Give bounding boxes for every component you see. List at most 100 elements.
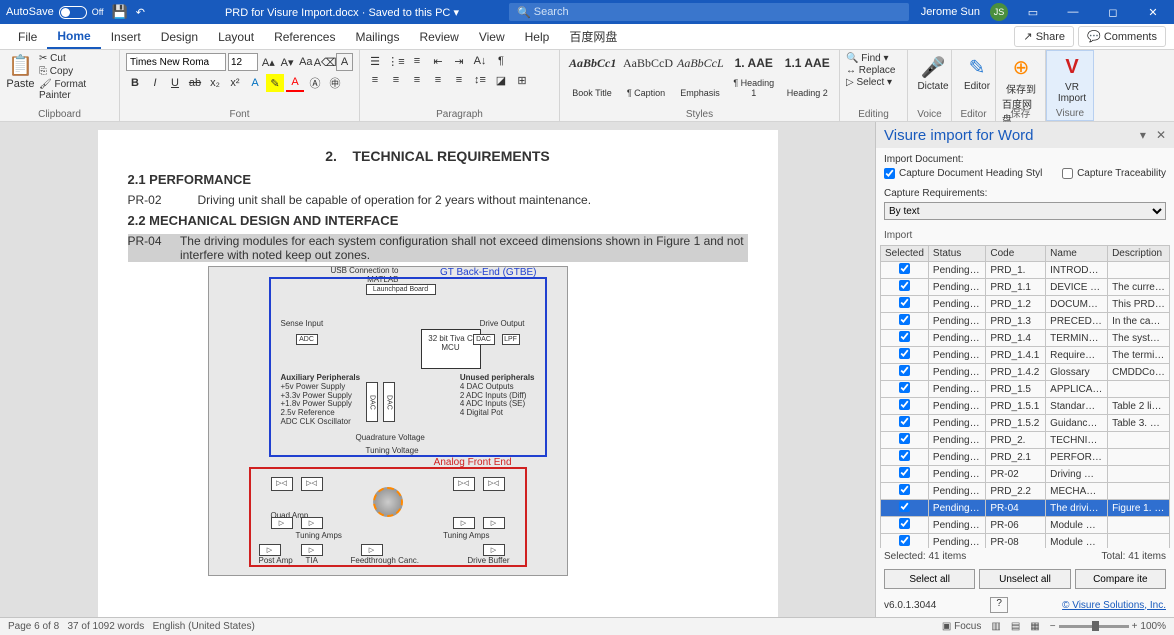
shrink-font-icon[interactable]: A▾: [279, 53, 296, 71]
row-checkbox[interactable]: [899, 501, 910, 512]
table-row[interactable]: Pending…PRD_1.4TERMIN…The system require…: [881, 330, 1170, 347]
grow-font-icon[interactable]: A▴: [260, 53, 277, 71]
replace-button[interactable]: ↔ Replace: [846, 65, 901, 76]
phonetic-guide-icon[interactable]: ㊥: [326, 74, 344, 92]
zoom-slider[interactable]: [1059, 625, 1129, 628]
row-checkbox[interactable]: [899, 263, 910, 274]
language-indicator[interactable]: English (United States): [153, 621, 255, 632]
col-status[interactable]: Status: [928, 246, 985, 262]
tab-baidu[interactable]: 百度网盘: [559, 24, 627, 49]
table-row[interactable]: Pending…PRD_2.TECHNI…: [881, 432, 1170, 449]
highlight-button[interactable]: ✎: [266, 74, 284, 92]
multilevel-icon[interactable]: ≡: [408, 53, 426, 69]
font-color-button[interactable]: A: [286, 74, 304, 92]
line-spacing-icon[interactable]: ↕≡: [471, 72, 489, 88]
page-indicator[interactable]: Page 6 of 8: [8, 621, 59, 632]
zoom-level[interactable]: 100%: [1140, 621, 1166, 632]
table-row[interactable]: Pending…PRD_1.INTROD…: [881, 262, 1170, 279]
capture-trace-checkbox[interactable]: [1062, 168, 1073, 179]
row-checkbox[interactable]: [899, 348, 910, 359]
row-checkbox[interactable]: [899, 280, 910, 291]
capture-by-select[interactable]: By text: [884, 202, 1166, 220]
table-row[interactable]: Pending…PRD_1.5.2Guidanc…Table 3. Guidan…: [881, 415, 1170, 432]
row-checkbox[interactable]: [899, 297, 910, 308]
table-row[interactable]: Pending…PRD_1.5APPLICA…: [881, 381, 1170, 398]
style-heading1[interactable]: 1. AAE¶ Heading 1: [728, 53, 780, 101]
tab-insert[interactable]: Insert: [101, 26, 151, 48]
maximize-icon[interactable]: ◻: [1098, 6, 1128, 19]
document-area[interactable]: TRINITY 2. TECHNICAL REQUIREMENTS 2.1 PE…: [0, 122, 875, 617]
select-all-button[interactable]: Select all: [884, 569, 975, 589]
page[interactable]: 2. TECHNICAL REQUIREMENTS 2.1 PERFORMANC…: [98, 130, 778, 617]
table-row[interactable]: Pending…PR-02Driving …: [881, 466, 1170, 483]
col-selected[interactable]: Selected: [881, 246, 929, 262]
requirements-grid[interactable]: Selected Status Code Name Description Pe…: [880, 245, 1170, 548]
row-checkbox[interactable]: [899, 450, 910, 461]
style-caption[interactable]: AaBbCcD¶ Caption: [620, 53, 672, 101]
select-button[interactable]: ▷ Select ▾: [846, 77, 901, 88]
table-row[interactable]: Pending…PRD_1.4.1Require…The terminology…: [881, 347, 1170, 364]
unselect-all-button[interactable]: Unselect all: [979, 569, 1070, 589]
tab-review[interactable]: Review: [409, 26, 468, 48]
row-checkbox[interactable]: [899, 416, 910, 427]
char-border-icon[interactable]: A: [336, 53, 353, 71]
style-book-title[interactable]: AaBbCc1Book Title: [566, 53, 618, 101]
numbering-icon[interactable]: ⋮≡: [387, 53, 405, 69]
align-right-icon[interactable]: ≡: [408, 72, 426, 88]
view-read-icon[interactable]: ▤: [1011, 621, 1020, 632]
superscript-button[interactable]: x²: [226, 74, 244, 92]
change-case-icon[interactable]: Aa: [297, 53, 314, 71]
copyright-link[interactable]: © Visure Solutions, Inc.: [1062, 600, 1166, 611]
style-emphasis[interactable]: AaBbCcLEmphasis: [674, 53, 726, 101]
row-checkbox[interactable]: [899, 314, 910, 325]
format-painter-button[interactable]: 🖌 Format Painter: [39, 79, 113, 101]
table-row[interactable]: Pending…PRD_2.2MECHA…: [881, 483, 1170, 500]
align-left-icon[interactable]: ≡: [366, 72, 384, 88]
enclose-char-icon[interactable]: Ⓐ: [306, 74, 324, 92]
ribbon-options-icon[interactable]: ▭: [1018, 6, 1048, 19]
col-code[interactable]: Code: [986, 246, 1046, 262]
capture-heading-checkbox[interactable]: [884, 168, 895, 179]
tab-home[interactable]: Home: [47, 25, 100, 49]
compare-button[interactable]: Compare ite: [1075, 569, 1166, 589]
tab-design[interactable]: Design: [151, 26, 208, 48]
tab-file[interactable]: File: [8, 26, 47, 48]
dec-indent-icon[interactable]: ⇤: [429, 53, 447, 69]
word-count[interactable]: 37 of 1092 words: [68, 621, 145, 632]
help-icon[interactable]: ?: [990, 597, 1008, 613]
paste-button[interactable]: 📋Paste: [6, 53, 35, 101]
row-checkbox[interactable]: [899, 399, 910, 410]
inc-indent-icon[interactable]: ⇥: [450, 53, 468, 69]
row-checkbox[interactable]: [899, 484, 910, 495]
cut-button[interactable]: ✂ Cut: [39, 53, 113, 64]
table-row[interactable]: Pending…PRD_1.4.2GlossaryCMDDCool Medica…: [881, 364, 1170, 381]
style-heading2[interactable]: 1.1 AAEHeading 2: [782, 53, 834, 101]
find-button[interactable]: 🔍 Find ▾: [846, 53, 901, 64]
subscript-button[interactable]: x₂: [206, 74, 224, 92]
table-row[interactable]: Pending…PRD_1.3PRECED…In the case of con…: [881, 313, 1170, 330]
save-icon[interactable]: 💾: [112, 4, 128, 20]
row-checkbox[interactable]: [899, 331, 910, 342]
table-row[interactable]: Pending…PRD_1.5.1Standar…Table 2 lists t…: [881, 398, 1170, 415]
borders-icon[interactable]: ⊞: [513, 72, 531, 88]
tab-mailings[interactable]: Mailings: [345, 26, 409, 48]
table-row[interactable]: Pending…PRD_1.1DEVICE …The current devel…: [881, 279, 1170, 296]
show-marks-icon[interactable]: ¶: [492, 53, 510, 69]
user-avatar[interactable]: JS: [990, 3, 1008, 21]
table-row[interactable]: Pending…PRD_1.2DOCUM…This PRD defines th…: [881, 296, 1170, 313]
italic-button[interactable]: I: [146, 74, 164, 92]
col-name[interactable]: Name: [1046, 246, 1108, 262]
tab-references[interactable]: References: [264, 26, 345, 48]
strike-button[interactable]: ab: [186, 74, 204, 92]
tab-help[interactable]: Help: [515, 26, 560, 48]
editor-button[interactable]: ✎Editor: [958, 53, 996, 92]
view-web-icon[interactable]: ▦: [1030, 621, 1039, 632]
shading-icon[interactable]: ◪: [492, 72, 510, 88]
font-name-select[interactable]: [126, 53, 226, 71]
view-print-icon[interactable]: ▥: [991, 621, 1000, 632]
col-description[interactable]: Description: [1108, 246, 1170, 262]
table-row[interactable]: Pending…PR-08Module …: [881, 534, 1170, 549]
align-center-icon[interactable]: ≡: [387, 72, 405, 88]
undo-icon[interactable]: ↶: [136, 6, 145, 19]
vr-import-button[interactable]: VVRImport: [1053, 54, 1091, 104]
